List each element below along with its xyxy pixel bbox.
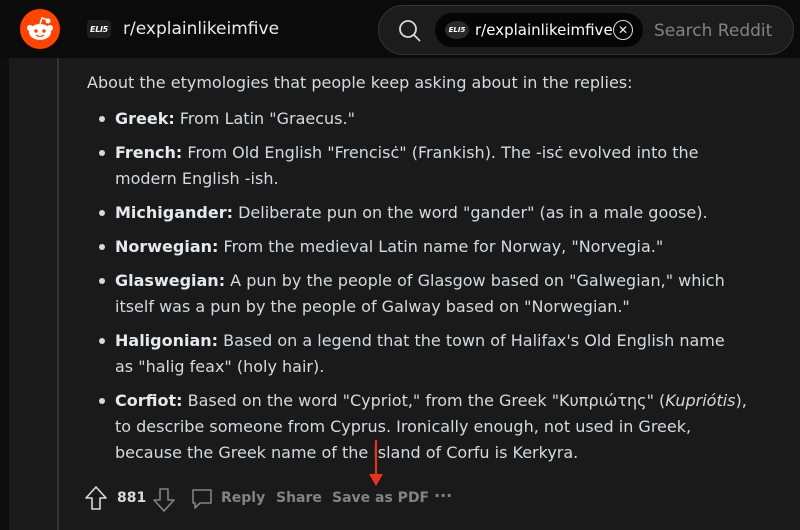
chip-label: r/explainlikeimfive (475, 21, 613, 39)
search-scope-chip[interactable]: ELI5 r/explainlikeimfive ✕ (435, 13, 643, 47)
list-item: French: From Old English "Frencisċ" (Fra… (87, 140, 747, 192)
list-item: Haligonian: Based on a legend that the t… (87, 328, 747, 380)
list-item: Glaswegian: A pun by the people of Glasg… (87, 268, 747, 320)
comment-body: About the etymologies that people keep a… (87, 70, 747, 474)
reddit-logo-icon[interactable] (20, 9, 60, 49)
comment-intro: About the etymologies that people keep a… (87, 73, 633, 92)
thread-line[interactable] (57, 58, 59, 530)
close-icon[interactable]: ✕ (613, 20, 633, 40)
comment-bubble-icon[interactable] (190, 487, 214, 511)
list-item: Corfiot: Based on the word "Cypriot," fr… (87, 388, 747, 466)
list-term: Greek: (115, 109, 175, 128)
list-term: Glaswegian: (115, 271, 226, 290)
top-header: ELI5 r/explainlikeimfive ELI5 r/explainl… (0, 0, 800, 58)
etymology-list: Greek: From Latin "Graecus." French: Fro… (87, 106, 747, 466)
list-term: French: (115, 143, 183, 162)
list-text: From Old English "Frencisċ" (Frankish). … (115, 143, 699, 188)
upvote-icon[interactable] (84, 485, 108, 511)
list-text: Based on the word "Cypriot," from the Gr… (182, 391, 666, 410)
list-term: Haligonian: (115, 331, 219, 350)
search-placeholder[interactable]: Search Reddit (654, 21, 772, 41)
downvote-icon[interactable] (152, 487, 176, 513)
share-button[interactable]: Share (276, 490, 322, 506)
list-text: From Latin "Graecus." (174, 109, 355, 128)
chip-subreddit-icon: ELI5 (445, 21, 469, 39)
list-term: Corfiot: (115, 391, 183, 410)
save-as-pdf-button[interactable]: Save as PDF (332, 490, 429, 506)
search-icon (399, 20, 421, 42)
list-text: Deliberate pun on the word "gander" (as … (233, 203, 708, 222)
list-italic: Kupriótis (665, 391, 736, 410)
subreddit-icon[interactable]: ELI5 (87, 20, 111, 38)
vote-score: 881 (117, 490, 147, 506)
list-text: From the medieval Latin name for Norway,… (218, 237, 664, 256)
list-term: Michigander: (115, 203, 233, 222)
list-item: Greek: From Latin "Graecus." (87, 106, 747, 132)
search-bar[interactable]: ELI5 r/explainlikeimfive ✕ Search Reddit (378, 5, 794, 55)
left-rail (0, 58, 9, 530)
subreddit-name[interactable]: r/explainlikeimfive (123, 19, 279, 39)
comment-actions: 881 Reply Share Save as PDF ··· (84, 484, 484, 514)
more-options-button[interactable]: ··· (434, 486, 452, 505)
list-term: Norwegian: (115, 237, 219, 256)
annotation-arrow-icon (369, 440, 383, 486)
reply-button[interactable]: Reply (221, 490, 265, 506)
list-item: Norwegian: From the medieval Latin name … (87, 234, 747, 260)
list-item: Michigander: Deliberate pun on the word … (87, 200, 747, 226)
